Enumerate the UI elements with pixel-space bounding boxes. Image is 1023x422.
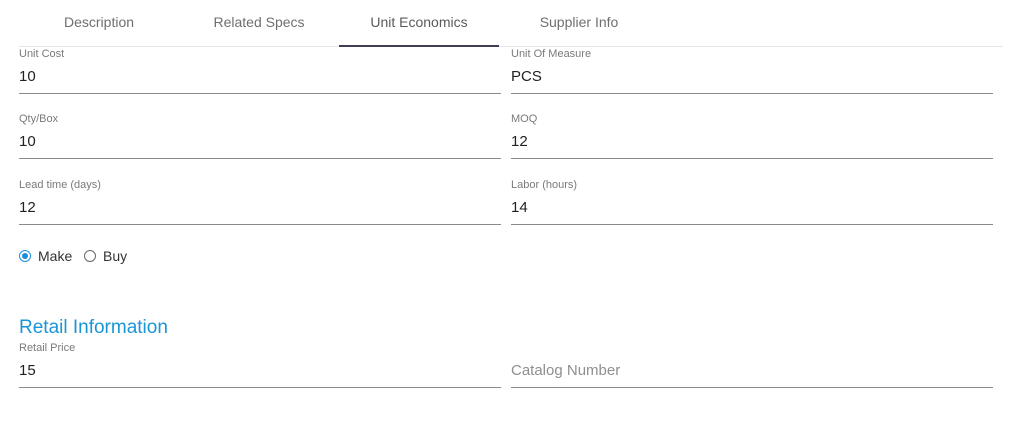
unit-cost-value[interactable]: 10 [19, 68, 36, 86]
lead-time-field[interactable]: Lead time (days) 12 [19, 178, 501, 225]
retail-price-label: Retail Price [19, 342, 76, 354]
unit-of-measure-value[interactable]: PCS [511, 68, 542, 86]
qty-box-value[interactable]: 10 [19, 133, 36, 151]
retail-information-heading: Retail Information [19, 317, 168, 338]
catalog-number-field[interactable]: Catalog Number [511, 341, 993, 388]
labor-label: Labor (hours) [511, 179, 578, 191]
radio-checked-icon[interactable] [19, 250, 31, 262]
lead-time-label: Lead time (days) [19, 179, 101, 191]
catalog-number-placeholder[interactable]: Catalog Number [511, 362, 620, 380]
buy-radio-label[interactable]: Buy [103, 246, 127, 266]
lead-time-value[interactable]: 12 [19, 199, 36, 217]
moq-field[interactable]: MOQ 12 [511, 112, 993, 159]
labor-field[interactable]: Labor (hours) 14 [511, 178, 993, 225]
labor-value[interactable]: 14 [511, 199, 528, 217]
unit-of-measure-label: Unit Of Measure [511, 48, 592, 60]
unit-cost-label: Unit Cost [19, 48, 65, 60]
make-radio-label[interactable]: Make [38, 246, 72, 266]
unit-of-measure-field[interactable]: Unit Of Measure PCS [511, 47, 993, 94]
unit-cost-field[interactable]: Unit Cost 10 [19, 47, 501, 94]
tab-supplier-info[interactable]: Supplier Info [499, 0, 659, 47]
radio-unchecked-icon[interactable] [84, 250, 96, 262]
moq-label: MOQ [511, 113, 538, 125]
qty-box-field[interactable]: Qty/Box 10 [19, 112, 501, 159]
tab-description[interactable]: Description [19, 0, 179, 47]
tab-bar: Description Related Specs Unit Economics… [19, 0, 1003, 47]
moq-value[interactable]: 12 [511, 133, 528, 151]
tab-related-specs[interactable]: Related Specs [179, 0, 339, 47]
tab-unit-economics[interactable]: Unit Economics [339, 0, 499, 47]
qty-box-label: Qty/Box [19, 113, 59, 125]
retail-price-field[interactable]: Retail Price 15 [19, 341, 501, 388]
retail-price-value[interactable]: 15 [19, 362, 36, 380]
